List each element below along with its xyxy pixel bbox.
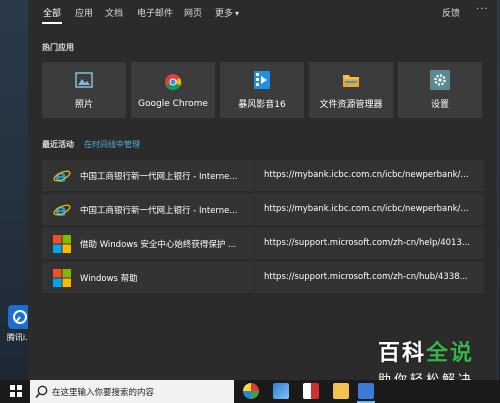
recent-item-url: https://mybank.icbc.com.cn/icbc/newperba… [264, 170, 469, 180]
pinned-app-icon[interactable] [303, 383, 319, 399]
more-options-icon[interactable]: ··· [476, 4, 489, 15]
top-apps-heading: 热门应用 [42, 43, 74, 52]
tab-email[interactable]: 电子邮件 [137, 6, 173, 19]
windows-logo-icon [52, 268, 72, 288]
chrome-icon [163, 72, 183, 92]
app-tile-baofeng[interactable]: 暴风影音16 [220, 62, 304, 118]
recent-item-title: 中国工商银行新一代网上银行 - Interne... [80, 206, 238, 216]
watermark-title-part: 百科 [377, 341, 426, 366]
app-tile-label: 文件资源管理器 [319, 100, 383, 110]
active-tab-underline [42, 22, 62, 24]
baofeng-icon [252, 70, 272, 90]
settings-icon [430, 70, 450, 90]
tab-more-label: 更多 [215, 9, 234, 19]
search-input[interactable]: 在这里输入你要搜索的内容 [52, 386, 154, 398]
ie-icon: e [52, 200, 72, 220]
app-tile-label: Google Chrome [138, 98, 208, 109]
photos-icon [74, 70, 94, 90]
app-tile-photos[interactable]: 照片 [42, 62, 126, 118]
recent-item-url: https://support.microsoft.com/zh-cn/hub/… [264, 272, 468, 282]
file-explorer-icon [341, 70, 361, 90]
feedback-button[interactable]: 反馈 [442, 6, 460, 19]
pinned-app-icon[interactable] [358, 383, 374, 399]
file-explorer-icon[interactable] [333, 383, 349, 399]
taskbar-search-box[interactable]: 在这里输入你要搜索的内容 [30, 380, 234, 403]
watermark-title-part: 全说 [426, 341, 475, 366]
windows-logo-icon [52, 234, 72, 254]
windows-logo-pane [17, 392, 22, 397]
app-tile-settings[interactable]: 设置 [398, 62, 482, 118]
recent-item-title: 借助 Windows 安全中心始终获得保护 ... [80, 240, 237, 250]
tab-documents[interactable]: 文档 [105, 6, 123, 19]
tab-apps[interactable]: 应用 [75, 6, 93, 19]
pinned-app-icon[interactable] [273, 383, 289, 399]
tab-more[interactable]: 更多 ▾ [215, 6, 239, 19]
recent-item-title: 中国工商银行新一代网上银行 - Interne... [80, 172, 238, 182]
search-icon [35, 384, 48, 398]
search-panel: 全部 应用 文档 电子邮件 网页 更多 ▾ 反馈 ··· 热门应用 照片 Goog… [28, 0, 498, 380]
app-tile-label: 设置 [430, 100, 449, 110]
manage-timeline-link[interactable]: 在时间线中管理 [84, 139, 140, 150]
recent-activity-heading: 最近活动 [42, 140, 74, 149]
windows-logo-pane [10, 385, 15, 390]
search-filter-tabs: 全部 应用 文档 电子邮件 网页 更多 ▾ 反馈 ··· [28, 0, 498, 26]
start-button[interactable] [10, 385, 22, 397]
app-tile-label: 照片 [74, 100, 93, 110]
list-item[interactable]: e 中国工商银行新一代网上银行 - Interne... https://myb… [42, 194, 484, 225]
list-item[interactable]: 借助 Windows 安全中心始终获得保护 ... https://suppor… [42, 228, 484, 259]
app-tile-label: 暴风影音16 [238, 100, 286, 110]
tab-all[interactable]: 全部 [43, 6, 61, 19]
chevron-down-icon: ▾ [235, 9, 240, 18]
windows-logo-pane [10, 392, 15, 397]
recent-item-url: https://mybank.icbc.com.cn/icbc/newperba… [264, 204, 469, 214]
list-item[interactable]: e 中国工商银行新一代网上银行 - Interne... https://myb… [42, 160, 484, 191]
watermark-title: 百科全说 [362, 335, 490, 367]
list-item[interactable]: Windows 帮助 https://support.microsoft.com… [42, 262, 484, 293]
windows-logo-pane [17, 385, 22, 390]
app-tile-file-explorer[interactable]: 文件资源管理器 [309, 62, 393, 118]
ie-icon: e [52, 166, 72, 186]
recent-item-url: https://support.microsoft.com/zh-cn/help… [264, 238, 470, 248]
taskbar: 在这里输入你要搜索的内容 [0, 380, 500, 403]
pinned-app-icon[interactable] [243, 383, 259, 399]
tab-web[interactable]: 网页 [184, 6, 202, 19]
recent-item-title: Windows 帮助 [80, 274, 138, 284]
app-tile-chrome[interactable]: Google Chrome [131, 62, 215, 118]
